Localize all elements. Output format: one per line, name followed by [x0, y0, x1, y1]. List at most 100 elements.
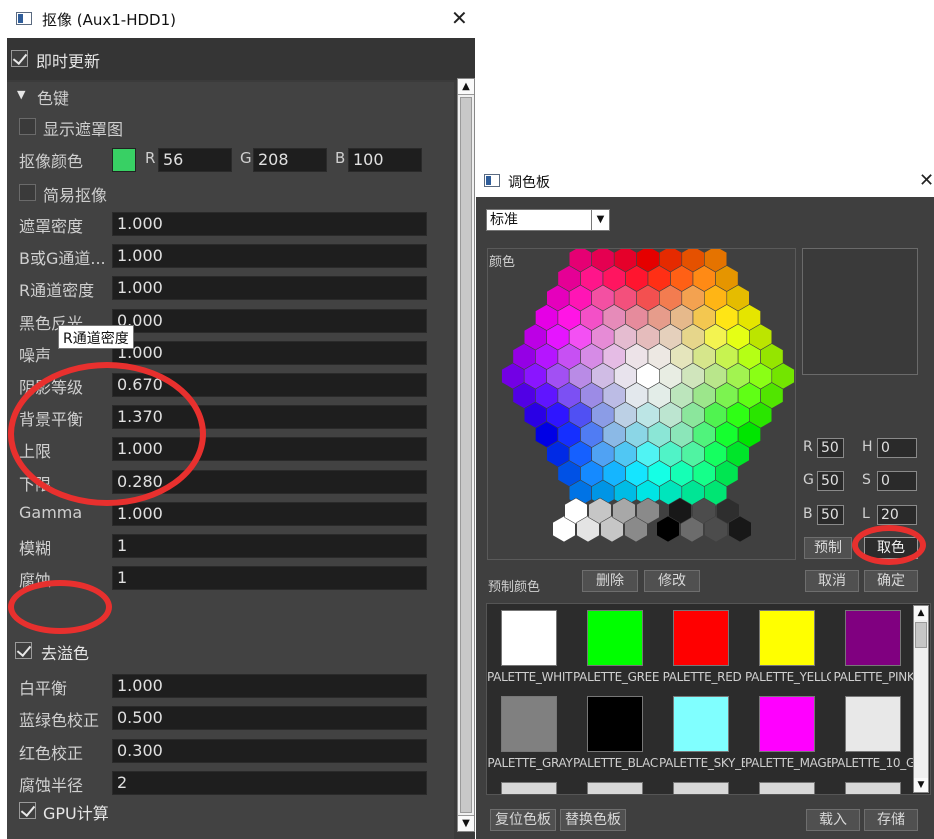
- palette-swatch[interactable]: [587, 610, 643, 666]
- cancel-button[interactable]: 取消: [805, 570, 859, 592]
- palette-g-field[interactable]: 50: [817, 471, 844, 491]
- despill-label: 去溢色: [41, 644, 90, 663]
- r-value-field[interactable]: 56: [158, 148, 232, 172]
- palette-swatch[interactable]: [501, 610, 557, 666]
- save-button[interactable]: 存储: [864, 809, 918, 831]
- despill-param-value-field[interactable]: 0.500: [112, 706, 427, 731]
- palette-h-field[interactable]: 0: [877, 438, 917, 458]
- simple-key-checkbox[interactable]: [19, 184, 36, 201]
- scroll-thumb[interactable]: [460, 97, 472, 813]
- palette-r-field[interactable]: 50: [817, 438, 844, 458]
- palette-swatch[interactable]: [587, 782, 643, 794]
- palette-swatch[interactable]: [587, 696, 643, 752]
- preset-button[interactable]: 预制: [804, 537, 852, 559]
- param-value-field[interactable]: 1.000: [112, 212, 427, 236]
- despill-param-value-field[interactable]: 0.300: [112, 738, 427, 763]
- param-label: 噪声: [19, 345, 52, 365]
- palette-swatch-item[interactable]: PALETTE_10_GRAY: [831, 690, 917, 780]
- swatch-scrollbar[interactable]: ▲ ▼: [913, 605, 929, 793]
- param-value-field[interactable]: 0.000: [112, 308, 427, 333]
- palette-mode-select[interactable]: 标准 ▼: [486, 209, 610, 231]
- section-title-color-key: 色键: [37, 89, 70, 108]
- palette-swatch[interactable]: [759, 782, 815, 794]
- palette-swatch[interactable]: [845, 782, 901, 794]
- r-label: R: [803, 439, 813, 455]
- palette-swatch-name: PALETTE_RED: [662, 670, 742, 684]
- g-label: G: [803, 472, 814, 488]
- palette-swatch[interactable]: [759, 696, 815, 752]
- palette-swatch-item[interactable]: PALETTE_MAGENTA: [745, 690, 831, 780]
- palette-swatch-item[interactable]: PALETTE_GREEN: [573, 604, 659, 694]
- palette-swatch[interactable]: [845, 696, 901, 752]
- l-label: L: [862, 506, 870, 522]
- param-label: Gamma: [19, 502, 83, 522]
- show-mask-label: 显示遮罩图: [43, 120, 124, 139]
- param-label: B或G通道...: [19, 249, 106, 269]
- delete-button[interactable]: 删除: [582, 570, 638, 592]
- param-value-field[interactable]: 1.000: [112, 340, 427, 365]
- close-icon[interactable]: ✕: [451, 8, 468, 28]
- collapse-triangle-icon[interactable]: ▼: [17, 88, 25, 101]
- despill-param-value-field[interactable]: 2: [112, 770, 427, 795]
- load-button[interactable]: 载入: [806, 809, 860, 831]
- palette-swatch-item[interactable]: [831, 776, 917, 794]
- palette-swatch-item[interactable]: PALETTE_WHITE: [487, 604, 573, 694]
- palette-swatch-item[interactable]: PALETTE_YELLOW: [745, 604, 831, 694]
- palette-swatch-name: PALETTE_GREEN: [573, 670, 659, 684]
- g-value-field[interactable]: 208: [253, 148, 327, 172]
- close-icon[interactable]: ✕: [919, 171, 934, 191]
- realtime-checkbox[interactable]: [11, 50, 28, 67]
- b-label: B: [335, 149, 346, 167]
- b-value-field[interactable]: 100: [348, 148, 422, 172]
- palette-swatch-item[interactable]: PALETTE_SKY_BLUE: [659, 690, 745, 780]
- palette-swatch-item[interactable]: [745, 776, 831, 794]
- palette-swatch[interactable]: [759, 610, 815, 666]
- key-color-swatch[interactable]: [112, 148, 136, 172]
- despill-checkbox[interactable]: [15, 642, 32, 659]
- palette-swatch[interactable]: [501, 696, 557, 752]
- keyer-scrollbar[interactable]: ▲ ▼: [457, 78, 475, 832]
- hex-color-wheel[interactable]: [488, 249, 797, 561]
- despill-param-value-field[interactable]: 1.000: [112, 674, 427, 698]
- scroll-down-icon[interactable]: ▼: [914, 778, 928, 792]
- b-label: B: [803, 506, 813, 522]
- palette-swatch[interactable]: [673, 696, 729, 752]
- scroll-up-icon[interactable]: ▲: [458, 79, 474, 95]
- param-value-field[interactable]: 1.000: [112, 501, 427, 526]
- chevron-down-icon[interactable]: ▼: [591, 210, 609, 230]
- palette-swatch-item[interactable]: PALETTE_BLACK: [573, 690, 659, 780]
- realtime-label: 即时更新: [36, 52, 101, 71]
- gpu-checkbox[interactable]: [19, 802, 36, 819]
- palette-swatch-name: PALETTE_BLACK: [573, 756, 659, 770]
- palette-swatch[interactable]: [501, 782, 557, 794]
- color-preview: [802, 248, 918, 375]
- red-annotation-ring: [8, 362, 206, 506]
- scroll-up-icon[interactable]: ▲: [914, 606, 928, 620]
- palette-swatch-item[interactable]: PALETTE_PINK: [831, 604, 917, 694]
- param-value-field[interactable]: 1: [112, 566, 427, 591]
- palette-swatch[interactable]: [673, 610, 729, 666]
- param-value-field[interactable]: 1.000: [112, 244, 427, 269]
- palette-l-field[interactable]: 20: [877, 505, 917, 525]
- keyer-title: 抠像 (Aux1-HDD1): [42, 11, 176, 29]
- palette-s-field[interactable]: 0: [877, 471, 917, 491]
- palette-swatch-item[interactable]: [659, 776, 745, 794]
- palette-swatch-item[interactable]: PALETTE_RED: [659, 604, 745, 694]
- palette-swatch[interactable]: [845, 610, 901, 666]
- realtime-row: 即时更新: [7, 38, 475, 80]
- reset-palette-button[interactable]: 复位色板: [490, 809, 556, 831]
- show-mask-checkbox[interactable]: [19, 118, 36, 135]
- ok-button[interactable]: 确定: [864, 570, 918, 592]
- color-picker-area[interactable]: 颜色: [487, 248, 796, 560]
- palette-swatch-item[interactable]: PALETTE_GRAY: [487, 690, 573, 780]
- replace-palette-button[interactable]: 替换色板: [560, 809, 626, 831]
- modify-button[interactable]: 修改: [644, 570, 700, 592]
- scroll-thumb[interactable]: [915, 622, 927, 648]
- palette-swatch-item[interactable]: [573, 776, 659, 794]
- scroll-down-icon[interactable]: ▼: [458, 815, 474, 831]
- param-value-field[interactable]: 1: [112, 534, 427, 558]
- palette-b-field[interactable]: 50: [817, 505, 844, 525]
- palette-swatch-item[interactable]: [487, 776, 573, 794]
- param-value-field[interactable]: 1.000: [112, 276, 427, 301]
- palette-swatch[interactable]: [673, 782, 729, 794]
